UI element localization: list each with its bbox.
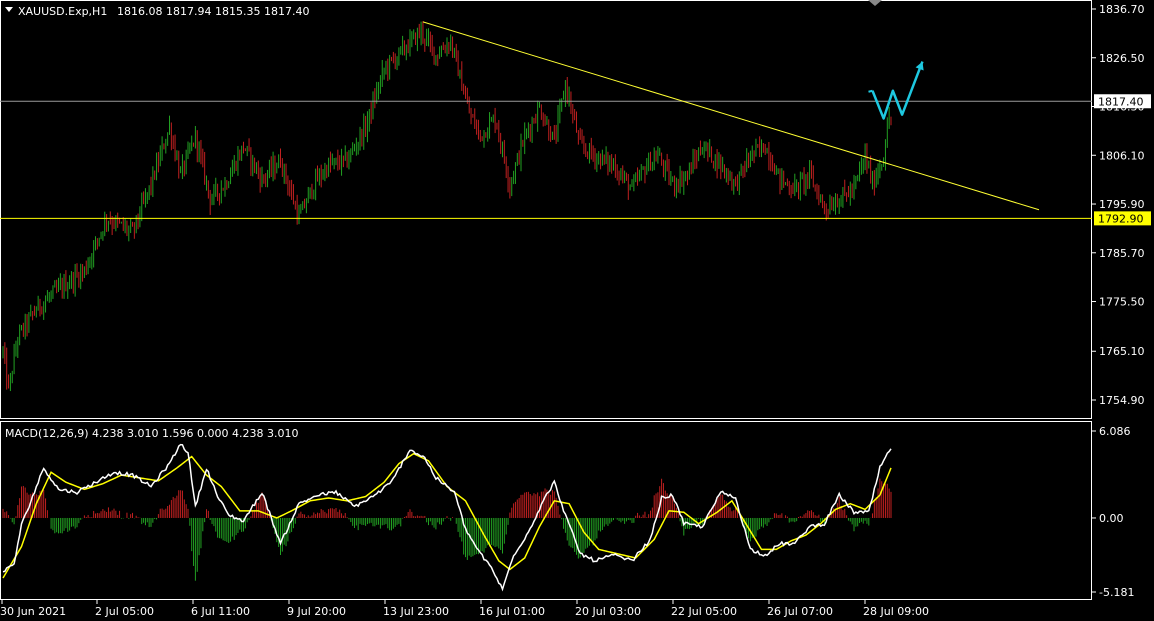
price-tick-label: 1765.10 bbox=[1099, 345, 1145, 358]
time-tick-label: 28 Jul 09:00 bbox=[863, 605, 929, 618]
time-tick-label: 26 Jul 07:00 bbox=[767, 605, 833, 618]
price-tick-label: 1775.50 bbox=[1099, 296, 1145, 309]
macd-tick-label: -5.181 bbox=[1099, 586, 1134, 599]
time-tick-label: 2 Jul 05:00 bbox=[95, 605, 154, 618]
symbol-label: XAUUSD.Exp,H1 bbox=[18, 5, 107, 18]
price-tick-label: 1806.10 bbox=[1099, 149, 1145, 162]
time-tick-label: 9 Jul 20:00 bbox=[287, 605, 346, 618]
time-tick-label: 20 Jul 03:00 bbox=[575, 605, 641, 618]
macd-tick-label: 6.086 bbox=[1099, 425, 1131, 438]
price-tick-label: 1754.90 bbox=[1099, 394, 1145, 407]
price-tick-label: 1836.70 bbox=[1099, 3, 1145, 16]
time-tick-label: 6 Jul 11:00 bbox=[191, 605, 250, 618]
macd-tick-label: 0.00 bbox=[1099, 512, 1124, 525]
price-tick-label: 1785.70 bbox=[1099, 247, 1145, 260]
time-tick-label: 30 Jun 2021 bbox=[0, 605, 66, 618]
time-tick-label: 22 Jul 05:00 bbox=[671, 605, 737, 618]
price-tick-label: 1795.90 bbox=[1099, 198, 1145, 211]
time-tick-label: 13 Jul 23:00 bbox=[383, 605, 449, 618]
chart-canvas: 1836.701826.501816.301806.101795.901785.… bbox=[0, 0, 1154, 621]
ohlc-label: 1816.08 1817.94 1815.35 1817.40 bbox=[117, 5, 309, 18]
price-axis: 1836.701826.501816.301806.101795.901785.… bbox=[1092, 3, 1151, 407]
time-tick-label: 16 Jul 01:00 bbox=[479, 605, 545, 618]
price-tick-label: 1826.50 bbox=[1099, 52, 1145, 65]
support-tag-label: 1792.90 bbox=[1098, 212, 1144, 225]
forecast-tick bbox=[868, 89, 873, 93]
macd-label: MACD(12,26,9) 4.238 3.010 1.596 0.000 4.… bbox=[5, 427, 298, 440]
last-price-tag-label: 1817.40 bbox=[1098, 95, 1144, 108]
